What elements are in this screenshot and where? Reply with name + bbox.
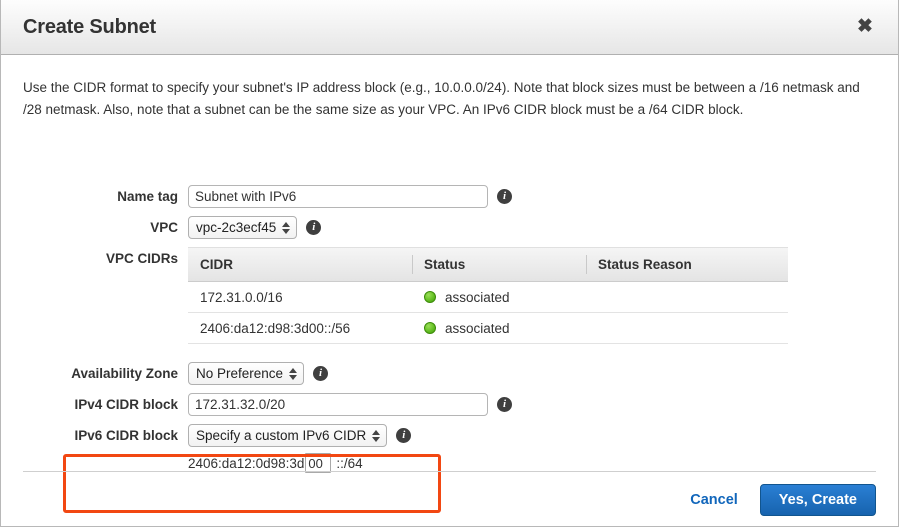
vpc-cidrs-table-wrap: CIDR Status Status Reason 172.31.0.0/16	[188, 247, 788, 344]
availability-zone-label: Availability Zone	[71, 366, 178, 381]
form-row-vpc-cidrs: VPC CIDRs CIDR Status Status Reason 172.…	[1, 247, 899, 344]
status-dot-icon	[424, 322, 436, 334]
dialog-header: Create Subnet ✖	[1, 0, 898, 55]
ipv4-cidr-block-field: i	[188, 393, 899, 416]
table-header: CIDR Status Status Reason	[188, 248, 788, 282]
page-title: Create Subnet	[23, 16, 156, 38]
availability-zone-select-value: No Preference	[196, 366, 284, 381]
chevron-updown-icon	[288, 363, 298, 384]
cell-status: associated	[412, 281, 586, 313]
status-dot-icon	[424, 291, 436, 303]
yes-create-button[interactable]: Yes, Create	[759, 484, 876, 516]
dialog-description: Use the CIDR format to specify your subn…	[23, 80, 860, 117]
vpc-select[interactable]: vpc-2c3ecf45	[188, 216, 298, 239]
name-tag-field: i	[188, 185, 899, 208]
form-row-name-tag: Name tag i	[1, 185, 899, 209]
name-tag-input[interactable]	[188, 185, 488, 208]
ipv6-cidr-block-select[interactable]: Specify a custom IPv6 CIDR	[188, 424, 388, 447]
info-icon[interactable]: i	[396, 428, 412, 443]
column-header-status[interactable]: Status	[412, 248, 586, 282]
vpc-field: vpc-2c3ecf45 i	[188, 216, 899, 239]
form-row-vpc: VPC vpc-2c3ecf45 i	[1, 216, 899, 240]
subnet-form: Name tag i VPC vpc-2c3ecf45 i	[1, 185, 899, 480]
cell-status-reason	[586, 281, 788, 313]
info-icon[interactable]: i	[306, 220, 322, 235]
column-header-status-reason[interactable]: Status Reason	[586, 248, 788, 282]
footer-divider	[23, 471, 876, 472]
column-header-cidr[interactable]: CIDR	[188, 248, 412, 282]
availability-zone-select[interactable]: No Preference	[188, 362, 305, 385]
status-badge: associated	[445, 320, 510, 336]
close-icon[interactable]: ✖	[854, 16, 876, 38]
vpc-cidrs-table: CIDR Status Status Reason 172.31.0.0/16	[188, 248, 788, 344]
chevron-updown-icon	[281, 217, 291, 238]
vpc-cidrs-field: CIDR Status Status Reason 172.31.0.0/16	[188, 247, 899, 344]
info-icon[interactable]: i	[497, 397, 512, 412]
cell-cidr: 172.31.0.0/16	[188, 281, 412, 313]
dialog-footer: Cancel Yes, Create	[1, 466, 898, 526]
footer-actions: Cancel Yes, Create	[690, 484, 876, 516]
form-row-availability-zone: Availability Zone No Preference i	[1, 362, 899, 386]
table-row[interactable]: 172.31.0.0/16 associated	[188, 281, 788, 313]
create-subnet-dialog: Create Subnet ✖ Use the CIDR format to s…	[0, 0, 899, 527]
form-row-ipv4-cidr-block: IPv4 CIDR block i	[1, 393, 899, 417]
cell-status: associated	[412, 312, 586, 344]
ipv4-cidr-block-input[interactable]	[188, 393, 488, 416]
info-icon[interactable]: i	[313, 366, 329, 381]
ipv6-cidr-block-label: IPv6 CIDR block	[74, 428, 178, 443]
vpc-cidrs-label: VPC CIDRs	[105, 251, 178, 266]
availability-zone-field: No Preference i	[188, 362, 899, 385]
table-header-row: CIDR Status Status Reason	[188, 248, 788, 282]
vpc-select-value: vpc-2c3ecf45	[196, 220, 277, 235]
cell-status-reason	[586, 312, 788, 344]
status-badge: associated	[445, 289, 510, 305]
table-body: 172.31.0.0/16 associated 2406:da12:d98:3…	[188, 281, 788, 344]
chevron-updown-icon	[371, 425, 381, 446]
dialog-body: Use the CIDR format to specify your subn…	[1, 55, 898, 513]
cell-cidr: 2406:da12:d98:3d00::/56	[188, 312, 412, 344]
name-tag-label: Name tag	[117, 189, 178, 204]
vpc-label: VPC	[150, 220, 178, 235]
table-row[interactable]: 2406:da12:d98:3d00::/56 associated	[188, 312, 788, 344]
ipv4-cidr-block-label: IPv4 CIDR block	[74, 397, 178, 412]
cancel-button[interactable]: Cancel	[690, 492, 738, 508]
info-icon[interactable]: i	[497, 189, 512, 204]
ipv6-cidr-block-select-value: Specify a custom IPv6 CIDR	[196, 428, 367, 443]
